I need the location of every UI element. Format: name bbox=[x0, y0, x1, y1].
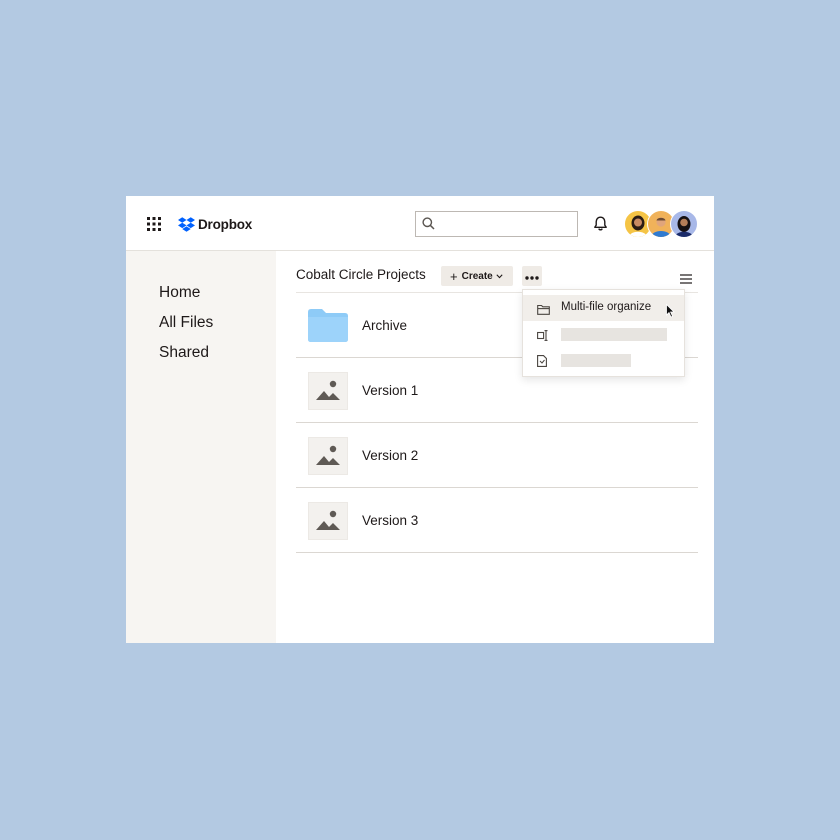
sidebar: Home All Files Shared bbox=[126, 251, 276, 643]
menu-item-rename[interactable] bbox=[523, 321, 684, 347]
rename-icon bbox=[537, 328, 549, 346]
bell-icon[interactable] bbox=[592, 215, 609, 237]
dropbox-logo-icon bbox=[178, 216, 195, 232]
sidebar-item-shared[interactable]: Shared bbox=[159, 344, 209, 362]
main-content: Cobalt Circle Projects + Create Archive … bbox=[276, 251, 714, 643]
file-name: Version 1 bbox=[362, 383, 419, 398]
search-icon bbox=[422, 217, 435, 235]
create-button[interactable]: + Create bbox=[441, 266, 513, 286]
brand-name: Dropbox bbox=[198, 216, 253, 232]
menu-item-label: Multi-file organize bbox=[561, 301, 652, 313]
avatar[interactable] bbox=[670, 210, 698, 238]
folder-outline-icon bbox=[537, 302, 550, 320]
more-options-button[interactable] bbox=[522, 266, 542, 286]
create-label: Create bbox=[461, 270, 493, 282]
top-bar: Dropbox bbox=[126, 196, 714, 251]
apps-grid-icon[interactable] bbox=[147, 217, 161, 231]
file-row-version-3[interactable]: Version 3 bbox=[296, 488, 698, 553]
avatar-group[interactable] bbox=[624, 210, 699, 238]
dropbox-logo[interactable]: Dropbox bbox=[178, 215, 252, 233]
more-options-menu: Multi-file organize bbox=[522, 289, 685, 377]
menu-item-placeholder bbox=[561, 328, 667, 341]
menu-item-placeholder bbox=[561, 354, 631, 367]
more-options-icon bbox=[525, 267, 539, 285]
folder-icon bbox=[308, 309, 348, 347]
menu-item-document[interactable] bbox=[523, 347, 684, 373]
document-icon bbox=[537, 354, 547, 372]
image-icon bbox=[308, 372, 348, 410]
sidebar-item-all-files[interactable]: All Files bbox=[159, 314, 213, 332]
chevron-down-icon bbox=[496, 271, 503, 282]
image-icon bbox=[308, 437, 348, 475]
file-name: Version 2 bbox=[362, 448, 419, 463]
sidebar-item-home[interactable]: Home bbox=[159, 284, 200, 302]
image-icon bbox=[308, 502, 348, 540]
file-row-version-2[interactable]: Version 2 bbox=[296, 423, 698, 488]
breadcrumb[interactable]: Cobalt Circle Projects bbox=[296, 267, 426, 282]
file-name: Archive bbox=[362, 318, 408, 333]
plus-icon: + bbox=[450, 268, 458, 284]
app-window: Dropbox Home All Files Shared Cobalt Cir… bbox=[126, 196, 714, 643]
file-name: Version 3 bbox=[362, 513, 419, 528]
list-view-icon[interactable] bbox=[680, 271, 692, 289]
search-input[interactable] bbox=[415, 211, 578, 237]
menu-item-multi-file-organize[interactable]: Multi-file organize bbox=[523, 295, 684, 321]
